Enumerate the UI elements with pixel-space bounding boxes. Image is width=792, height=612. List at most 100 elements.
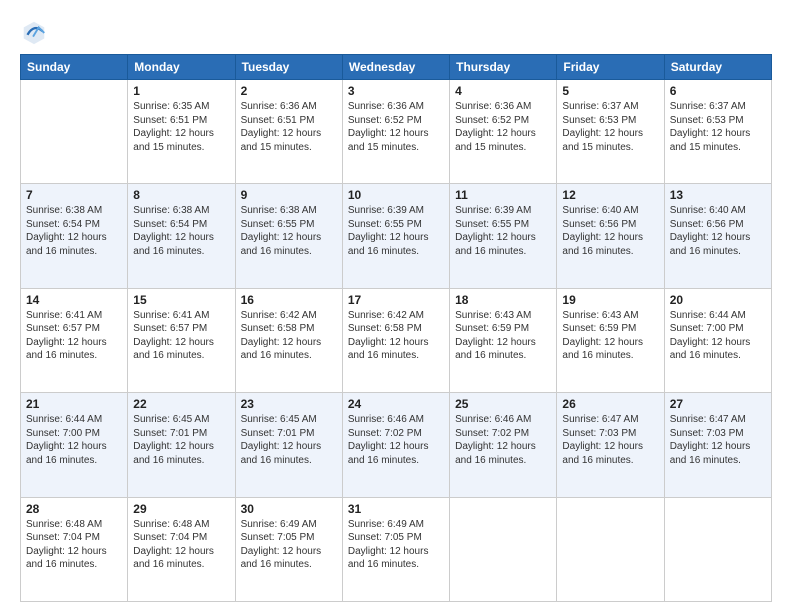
calendar-table: SundayMondayTuesdayWednesdayThursdayFrid… bbox=[20, 54, 772, 602]
day-info: Sunrise: 6:43 AMSunset: 6:59 PMDaylight:… bbox=[455, 309, 551, 363]
weekday-header-friday: Friday bbox=[557, 55, 664, 80]
day-info: Sunrise: 6:43 AMSunset: 6:59 PMDaylight:… bbox=[562, 309, 658, 363]
calendar-cell: 28Sunrise: 6:48 AMSunset: 7:04 PMDayligh… bbox=[21, 497, 128, 601]
day-info: Sunrise: 6:47 AMSunset: 7:03 PMDaylight:… bbox=[562, 413, 658, 467]
page: SundayMondayTuesdayWednesdayThursdayFrid… bbox=[0, 0, 792, 612]
calendar-cell: 20 Sunrise: 6:44 AMSunset: 7:00 PMDayligh… bbox=[664, 288, 771, 392]
weekday-header-row: SundayMondayTuesdayWednesdayThursdayFrid… bbox=[21, 55, 772, 80]
day-number: 17 bbox=[348, 293, 444, 307]
calendar-cell: 17 Sunrise: 6:42 AMSunset: 6:58 PMDayligh… bbox=[342, 288, 449, 392]
day-number: 3 bbox=[348, 84, 444, 98]
day-number: 27 bbox=[670, 397, 766, 411]
day-number: 16 bbox=[241, 293, 337, 307]
calendar-cell: 16Sunrise: 6:42 AMSunset: 6:58 PMDayligh… bbox=[235, 288, 342, 392]
calendar-cell bbox=[21, 80, 128, 184]
day-info: Sunrise: 6:41 AMSunset: 6:57 PMDaylight:… bbox=[26, 309, 122, 363]
calendar-cell: 13Sunrise: 6:40 AMSunset: 6:56 PMDayligh… bbox=[664, 184, 771, 288]
day-info: Sunrise: 6:36 AMSunset: 6:52 PMDaylight:… bbox=[455, 100, 551, 154]
day-number: 19 bbox=[562, 293, 658, 307]
day-number: 4 bbox=[455, 84, 551, 98]
calendar-cell: 11 Sunrise: 6:39 AMSunset: 6:55 PMDayligh… bbox=[450, 184, 557, 288]
calendar-cell bbox=[450, 497, 557, 601]
day-info: Sunrise: 6:47 AMSunset: 7:03 PMDaylight:… bbox=[670, 413, 766, 467]
day-info: Sunrise: 6:44 AMSunset: 7:00 PMDaylight:… bbox=[26, 413, 122, 467]
day-number: 5 bbox=[562, 84, 658, 98]
calendar-cell: 8 Sunrise: 6:38 AMSunset: 6:54 PMDaylight… bbox=[128, 184, 235, 288]
day-number: 21 bbox=[26, 397, 122, 411]
calendar-cell: 25 Sunrise: 6:46 AMSunset: 7:02 PMDayligh… bbox=[450, 393, 557, 497]
day-info: Sunrise: 6:46 AMSunset: 7:02 PMDaylight:… bbox=[348, 413, 444, 467]
day-number: 20 bbox=[670, 293, 766, 307]
day-info: Sunrise: 6:45 AMSunset: 7:01 PMDaylight:… bbox=[241, 413, 337, 467]
calendar-cell: 26Sunrise: 6:47 AMSunset: 7:03 PMDayligh… bbox=[557, 393, 664, 497]
day-number: 2 bbox=[241, 84, 337, 98]
day-number: 11 bbox=[455, 188, 551, 202]
calendar-cell: 27 Sunrise: 6:47 AMSunset: 7:03 PMDayligh… bbox=[664, 393, 771, 497]
calendar-cell: 1 Sunrise: 6:35 AMSunset: 6:51 PMDaylight… bbox=[128, 80, 235, 184]
day-number: 23 bbox=[241, 397, 337, 411]
day-number: 24 bbox=[348, 397, 444, 411]
calendar-cell: 12 Sunrise: 6:40 AMSunset: 6:56 PMDayligh… bbox=[557, 184, 664, 288]
day-info: Sunrise: 6:38 AMSunset: 6:54 PMDaylight:… bbox=[133, 204, 229, 258]
calendar-cell: 23 Sunrise: 6:45 AMSunset: 7:01 PMDayligh… bbox=[235, 393, 342, 497]
day-number: 12 bbox=[562, 188, 658, 202]
calendar-cell: 22 Sunrise: 6:45 AMSunset: 7:01 PMDayligh… bbox=[128, 393, 235, 497]
day-info: Sunrise: 6:35 AMSunset: 6:51 PMDaylight:… bbox=[133, 100, 229, 154]
day-info: Sunrise: 6:42 AMSunset: 6:58 PMDaylight:… bbox=[348, 309, 444, 363]
header bbox=[20, 18, 772, 46]
weekday-header-wednesday: Wednesday bbox=[342, 55, 449, 80]
calendar-week-row: 1 Sunrise: 6:35 AMSunset: 6:51 PMDaylight… bbox=[21, 80, 772, 184]
calendar-cell bbox=[664, 497, 771, 601]
day-number: 18 bbox=[455, 293, 551, 307]
logo bbox=[20, 18, 52, 46]
day-number: 22 bbox=[133, 397, 229, 411]
day-number: 30 bbox=[241, 502, 337, 516]
weekday-header-monday: Monday bbox=[128, 55, 235, 80]
calendar-cell: 7 Sunrise: 6:38 AMSunset: 6:54 PMDaylight… bbox=[21, 184, 128, 288]
calendar-cell: 6Sunrise: 6:37 AMSunset: 6:53 PMDaylight… bbox=[664, 80, 771, 184]
day-info: Sunrise: 6:36 AMSunset: 6:51 PMDaylight:… bbox=[241, 100, 337, 154]
day-number: 25 bbox=[455, 397, 551, 411]
calendar-cell: 14 Sunrise: 6:41 AMSunset: 6:57 PMDayligh… bbox=[21, 288, 128, 392]
day-info: Sunrise: 6:46 AMSunset: 7:02 PMDaylight:… bbox=[455, 413, 551, 467]
day-info: Sunrise: 6:40 AMSunset: 6:56 PMDaylight:… bbox=[562, 204, 658, 258]
calendar-cell: 24 Sunrise: 6:46 AMSunset: 7:02 PMDayligh… bbox=[342, 393, 449, 497]
day-info: Sunrise: 6:36 AMSunset: 6:52 PMDaylight:… bbox=[348, 100, 444, 154]
calendar-week-row: 28 Sunrise: 6:48 AMSunset: 7:04 PMDayligh… bbox=[21, 497, 772, 601]
day-info: Sunrise: 6:44 AMSunset: 7:00 PMDaylight:… bbox=[670, 309, 766, 363]
day-number: 7 bbox=[26, 188, 122, 202]
logo-icon bbox=[20, 18, 48, 46]
day-number: 8 bbox=[133, 188, 229, 202]
day-number: 1 bbox=[133, 84, 229, 98]
day-info: Sunrise: 6:39 AMSunset: 6:55 PMDaylight:… bbox=[455, 204, 551, 258]
day-number: 14 bbox=[26, 293, 122, 307]
calendar-cell: 4 Sunrise: 6:36 AMSunset: 6:52 PMDaylight… bbox=[450, 80, 557, 184]
day-info: Sunrise: 6:48 AMSunset: 7:04 PMDaylight:… bbox=[133, 518, 229, 572]
day-info: Sunrise: 6:39 AMSunset: 6:55 PMDaylight:… bbox=[348, 204, 444, 258]
day-number: 9 bbox=[241, 188, 337, 202]
calendar-week-row: 14 Sunrise: 6:41 AMSunset: 6:57 PMDayligh… bbox=[21, 288, 772, 392]
calendar-cell bbox=[557, 497, 664, 601]
day-number: 28 bbox=[26, 502, 122, 516]
day-number: 15 bbox=[133, 293, 229, 307]
day-info: Sunrise: 6:37 AMSunset: 6:53 PMDaylight:… bbox=[562, 100, 658, 154]
calendar-cell: 15Sunrise: 6:41 AMSunset: 6:57 PMDayligh… bbox=[128, 288, 235, 392]
weekday-header-tuesday: Tuesday bbox=[235, 55, 342, 80]
day-number: 13 bbox=[670, 188, 766, 202]
weekday-header-sunday: Sunday bbox=[21, 55, 128, 80]
day-number: 31 bbox=[348, 502, 444, 516]
day-number: 10 bbox=[348, 188, 444, 202]
day-info: Sunrise: 6:45 AMSunset: 7:01 PMDaylight:… bbox=[133, 413, 229, 467]
calendar-cell: 30 Sunrise: 6:49 AMSunset: 7:05 PMDayligh… bbox=[235, 497, 342, 601]
calendar-cell: 31 Sunrise: 6:49 AMSunset: 7:05 PMDayligh… bbox=[342, 497, 449, 601]
weekday-header-thursday: Thursday bbox=[450, 55, 557, 80]
calendar-cell: 3 Sunrise: 6:36 AMSunset: 6:52 PMDaylight… bbox=[342, 80, 449, 184]
day-info: Sunrise: 6:49 AMSunset: 7:05 PMDaylight:… bbox=[348, 518, 444, 572]
calendar-week-row: 21 Sunrise: 6:44 AMSunset: 7:00 PMDayligh… bbox=[21, 393, 772, 497]
day-info: Sunrise: 6:49 AMSunset: 7:05 PMDaylight:… bbox=[241, 518, 337, 572]
calendar-cell: 2 Sunrise: 6:36 AMSunset: 6:51 PMDaylight… bbox=[235, 80, 342, 184]
day-info: Sunrise: 6:38 AMSunset: 6:54 PMDaylight:… bbox=[26, 204, 122, 258]
calendar-cell: 19 Sunrise: 6:43 AMSunset: 6:59 PMDayligh… bbox=[557, 288, 664, 392]
calendar-cell: 29Sunrise: 6:48 AMSunset: 7:04 PMDayligh… bbox=[128, 497, 235, 601]
day-info: Sunrise: 6:38 AMSunset: 6:55 PMDaylight:… bbox=[241, 204, 337, 258]
